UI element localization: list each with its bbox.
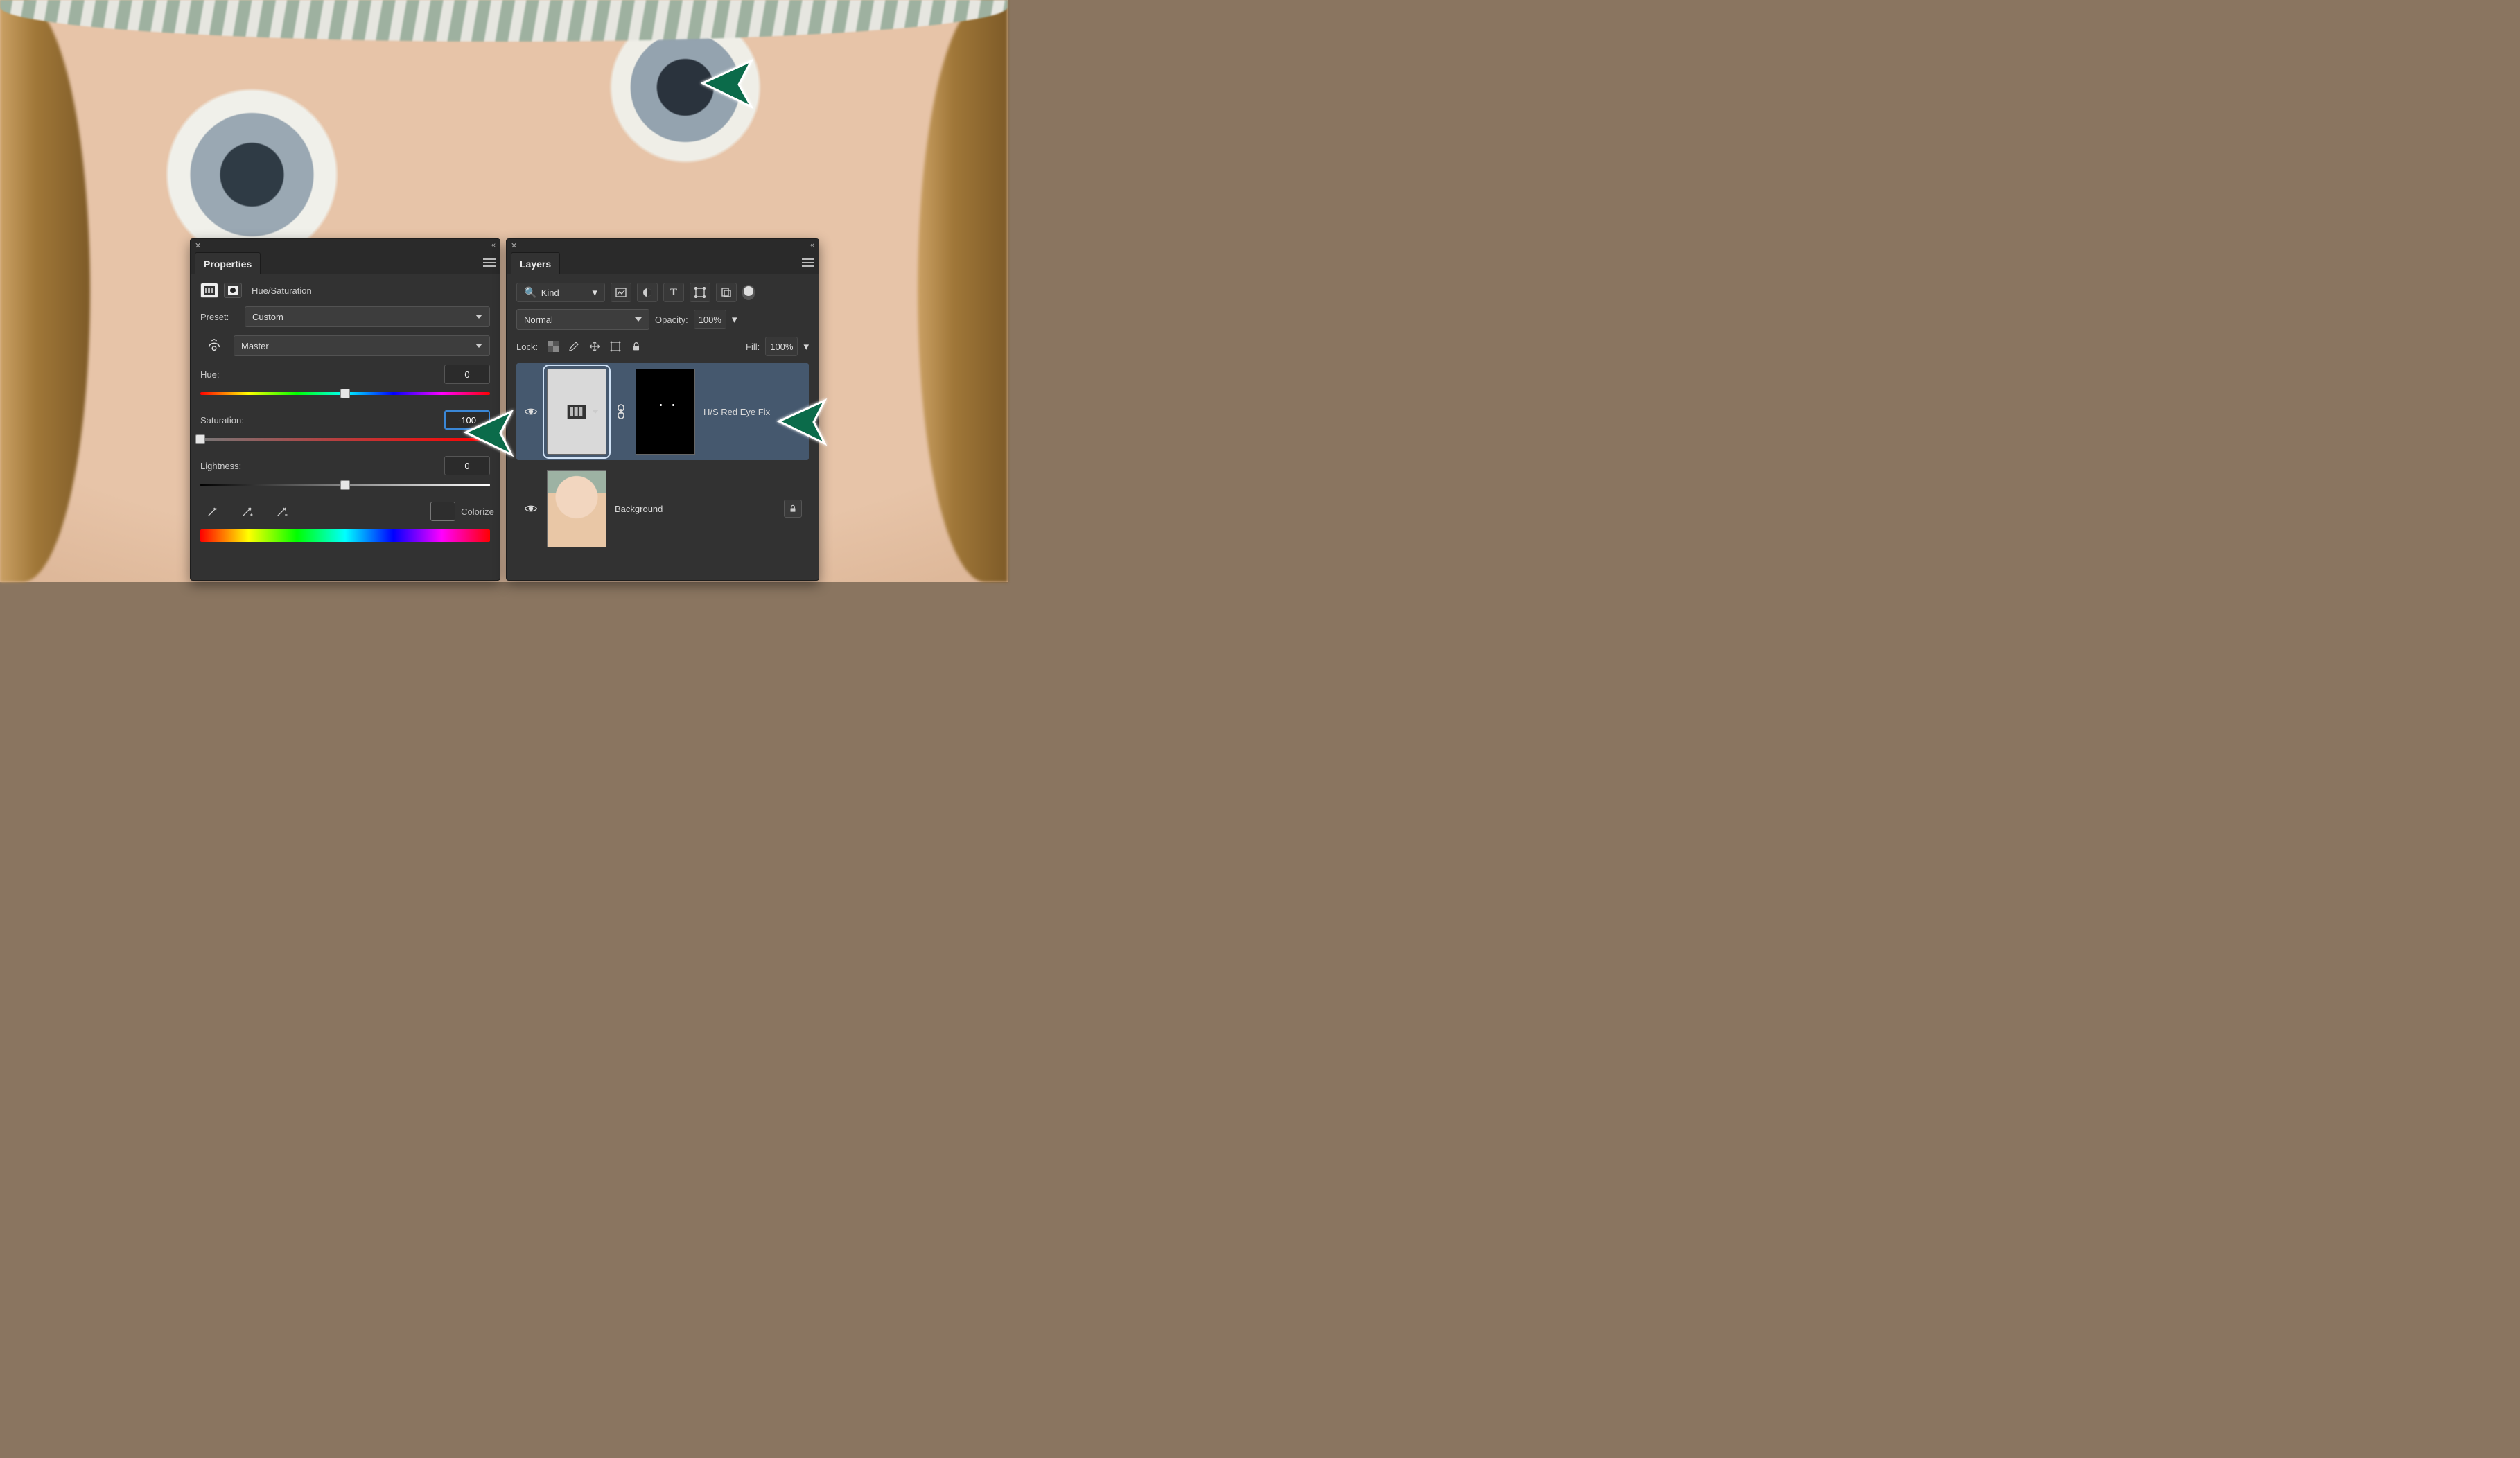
- blend-mode-value: Normal: [524, 315, 553, 325]
- targeted-adjustment-icon[interactable]: [200, 338, 228, 353]
- blend-mode-dropdown[interactable]: Normal: [516, 309, 649, 330]
- close-icon[interactable]: ✕: [511, 241, 517, 250]
- layers-panel: ✕ Layers 🔍 Kind ▾ T: [506, 238, 819, 581]
- hue-slider-thumb[interactable]: [340, 389, 350, 398]
- adjustment-layer-thumbnail[interactable]: [547, 369, 606, 455]
- search-icon: 🔍: [524, 288, 537, 298]
- opacity-label: Opacity:: [655, 315, 688, 325]
- hue-slider[interactable]: [200, 387, 490, 402]
- lock-pixels-icon[interactable]: [564, 337, 584, 355]
- hue-input[interactable]: [444, 364, 490, 384]
- collapse-icon[interactable]: [810, 241, 814, 249]
- hue-label: Hue:: [200, 369, 219, 380]
- channel-dropdown[interactable]: Master: [234, 335, 490, 356]
- panel-tabbar: Layers: [507, 252, 819, 274]
- lightness-input[interactable]: [444, 456, 490, 475]
- fill-value: 100%: [770, 342, 793, 352]
- visibility-icon[interactable]: [523, 405, 539, 419]
- chevron-down-icon[interactable]: ▾: [732, 315, 737, 325]
- chevron-down-icon: ▾: [592, 288, 597, 298]
- lock-transparency-icon[interactable]: [543, 337, 563, 355]
- layer-row[interactable]: Background: [516, 464, 809, 553]
- eyedropper-icon[interactable]: [200, 502, 225, 521]
- filter-shape-icon[interactable]: [690, 283, 710, 302]
- panel-menu-icon[interactable]: [802, 258, 814, 267]
- panel-menu-icon[interactable]: [483, 258, 496, 267]
- layer-name[interactable]: Background: [615, 504, 663, 514]
- preset-value: Custom: [252, 312, 283, 322]
- lock-position-icon[interactable]: [585, 337, 604, 355]
- saturation-label: Saturation:: [200, 415, 244, 425]
- lightness-slider[interactable]: [200, 478, 490, 493]
- preset-dropdown[interactable]: Custom: [245, 306, 490, 327]
- filter-smartobject-icon[interactable]: [716, 283, 737, 302]
- panel-topstrip: ✕: [191, 239, 500, 252]
- lightness-slider-thumb[interactable]: [340, 480, 350, 490]
- layer-mask-thumbnail[interactable]: [636, 369, 695, 455]
- filter-type-value: Kind: [541, 288, 559, 298]
- adjustment-thumbnail-icon[interactable]: [200, 283, 218, 298]
- eyedropper-plus-icon[interactable]: [235, 502, 260, 521]
- lock-all-icon[interactable]: [627, 337, 646, 355]
- filter-type-dropdown[interactable]: 🔍 Kind ▾: [516, 283, 605, 302]
- lightness-label: Lightness:: [200, 461, 241, 471]
- filter-adjustment-icon[interactable]: [637, 283, 658, 302]
- filter-toggle[interactable]: [742, 285, 755, 300]
- canvas-photo: [0, 0, 1008, 582]
- opacity-value: 100%: [699, 315, 721, 325]
- layer-row[interactable]: H/S Red Eye Fix: [516, 363, 809, 460]
- fill-field[interactable]: 100%: [765, 337, 798, 356]
- opacity-field[interactable]: 100%: [694, 310, 726, 329]
- layer-name[interactable]: H/S Red Eye Fix: [703, 407, 770, 417]
- saturation-slider[interactable]: [200, 432, 490, 448]
- layers-tab[interactable]: Layers: [511, 252, 560, 274]
- saturation-slider-thumb[interactable]: [195, 434, 205, 444]
- channel-value: Master: [241, 341, 269, 351]
- layer-list: H/S Red Eye Fix Background: [516, 363, 809, 553]
- panel-tabbar: Properties: [191, 252, 500, 274]
- chevron-down-icon[interactable]: ▾: [803, 342, 809, 352]
- visibility-icon[interactable]: [523, 502, 539, 516]
- colorize-checkbox[interactable]: [430, 502, 455, 521]
- link-icon[interactable]: [615, 400, 627, 423]
- preset-label: Preset:: [200, 312, 239, 322]
- adjustment-type-label: Hue/Saturation: [252, 286, 312, 296]
- lock-artboard-icon[interactable]: [606, 337, 625, 355]
- properties-panel: ✕ Properties Hue/Saturation Preset: Cust…: [190, 238, 500, 581]
- filter-pixel-icon[interactable]: [611, 283, 631, 302]
- spectrum-strip-top: [200, 529, 490, 542]
- properties-tab[interactable]: Properties: [195, 252, 261, 274]
- lock-icon[interactable]: [784, 500, 802, 518]
- close-icon[interactable]: ✕: [195, 241, 201, 250]
- fill-label: Fill:: [746, 342, 760, 352]
- layer-mask-icon[interactable]: [224, 283, 242, 298]
- collapse-icon[interactable]: [491, 241, 496, 249]
- colorize-label: Colorize: [465, 502, 490, 521]
- background-layer-thumbnail[interactable]: [547, 470, 606, 547]
- panel-topstrip: ✕: [507, 239, 819, 252]
- lock-label: Lock:: [516, 342, 538, 352]
- eyedropper-minus-icon[interactable]: [270, 502, 295, 521]
- filter-type-text-icon[interactable]: T: [663, 283, 684, 302]
